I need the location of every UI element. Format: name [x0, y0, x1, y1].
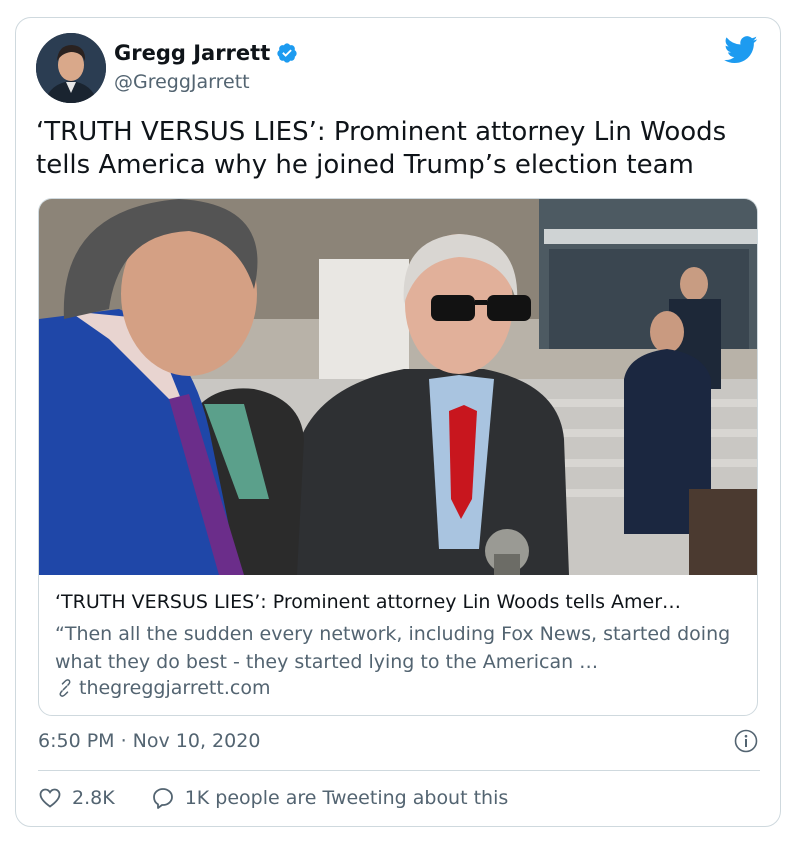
conversation-button[interactable]: 1K people are Tweeting about this — [151, 786, 509, 810]
link-description: “Then all the sudden every network, incl… — [55, 620, 745, 676]
author-avatar[interactable] — [36, 33, 106, 103]
link-domain-text[interactable]: thegreggjarrett.com — [79, 677, 270, 699]
tweet-actions: 2.8K 1K people are Tweeting about this — [38, 786, 508, 810]
like-count: 2.8K — [72, 787, 115, 809]
author-handle[interactable]: @GreggJarrett — [114, 71, 250, 93]
link-title[interactable]: ‘TRUTH VERSUS LIES’: Prominent attorney … — [55, 591, 745, 613]
tweet-text: ‘TRUTH VERSUS LIES’: Prominent attorney … — [36, 116, 756, 182]
twitter-bird-icon[interactable] — [724, 36, 758, 64]
link-preview-card[interactable]: ‘TRUTH VERSUS LIES’: Prominent attorney … — [38, 198, 758, 716]
conversation-text: 1K people are Tweeting about this — [185, 787, 509, 809]
link-domain[interactable]: thegreggjarrett.com — [55, 677, 270, 699]
tweet-timestamp[interactable]: 6:50 PM · Nov 10, 2020 — [38, 730, 260, 752]
info-icon[interactable] — [734, 729, 758, 753]
tweet-embed-card: Gregg Jarrett @GreggJarrett ‘TRUTH VERSU… — [15, 17, 781, 827]
like-button[interactable]: 2.8K — [38, 786, 115, 810]
heart-icon — [38, 786, 62, 810]
verified-badge-icon — [276, 42, 298, 64]
author-name-text[interactable]: Gregg Jarrett — [114, 41, 270, 65]
divider — [38, 770, 760, 771]
author-name[interactable]: Gregg Jarrett — [114, 41, 298, 65]
reply-bubble-icon — [151, 786, 175, 810]
link-icon — [55, 678, 75, 698]
link-preview-image[interactable] — [39, 199, 758, 575]
